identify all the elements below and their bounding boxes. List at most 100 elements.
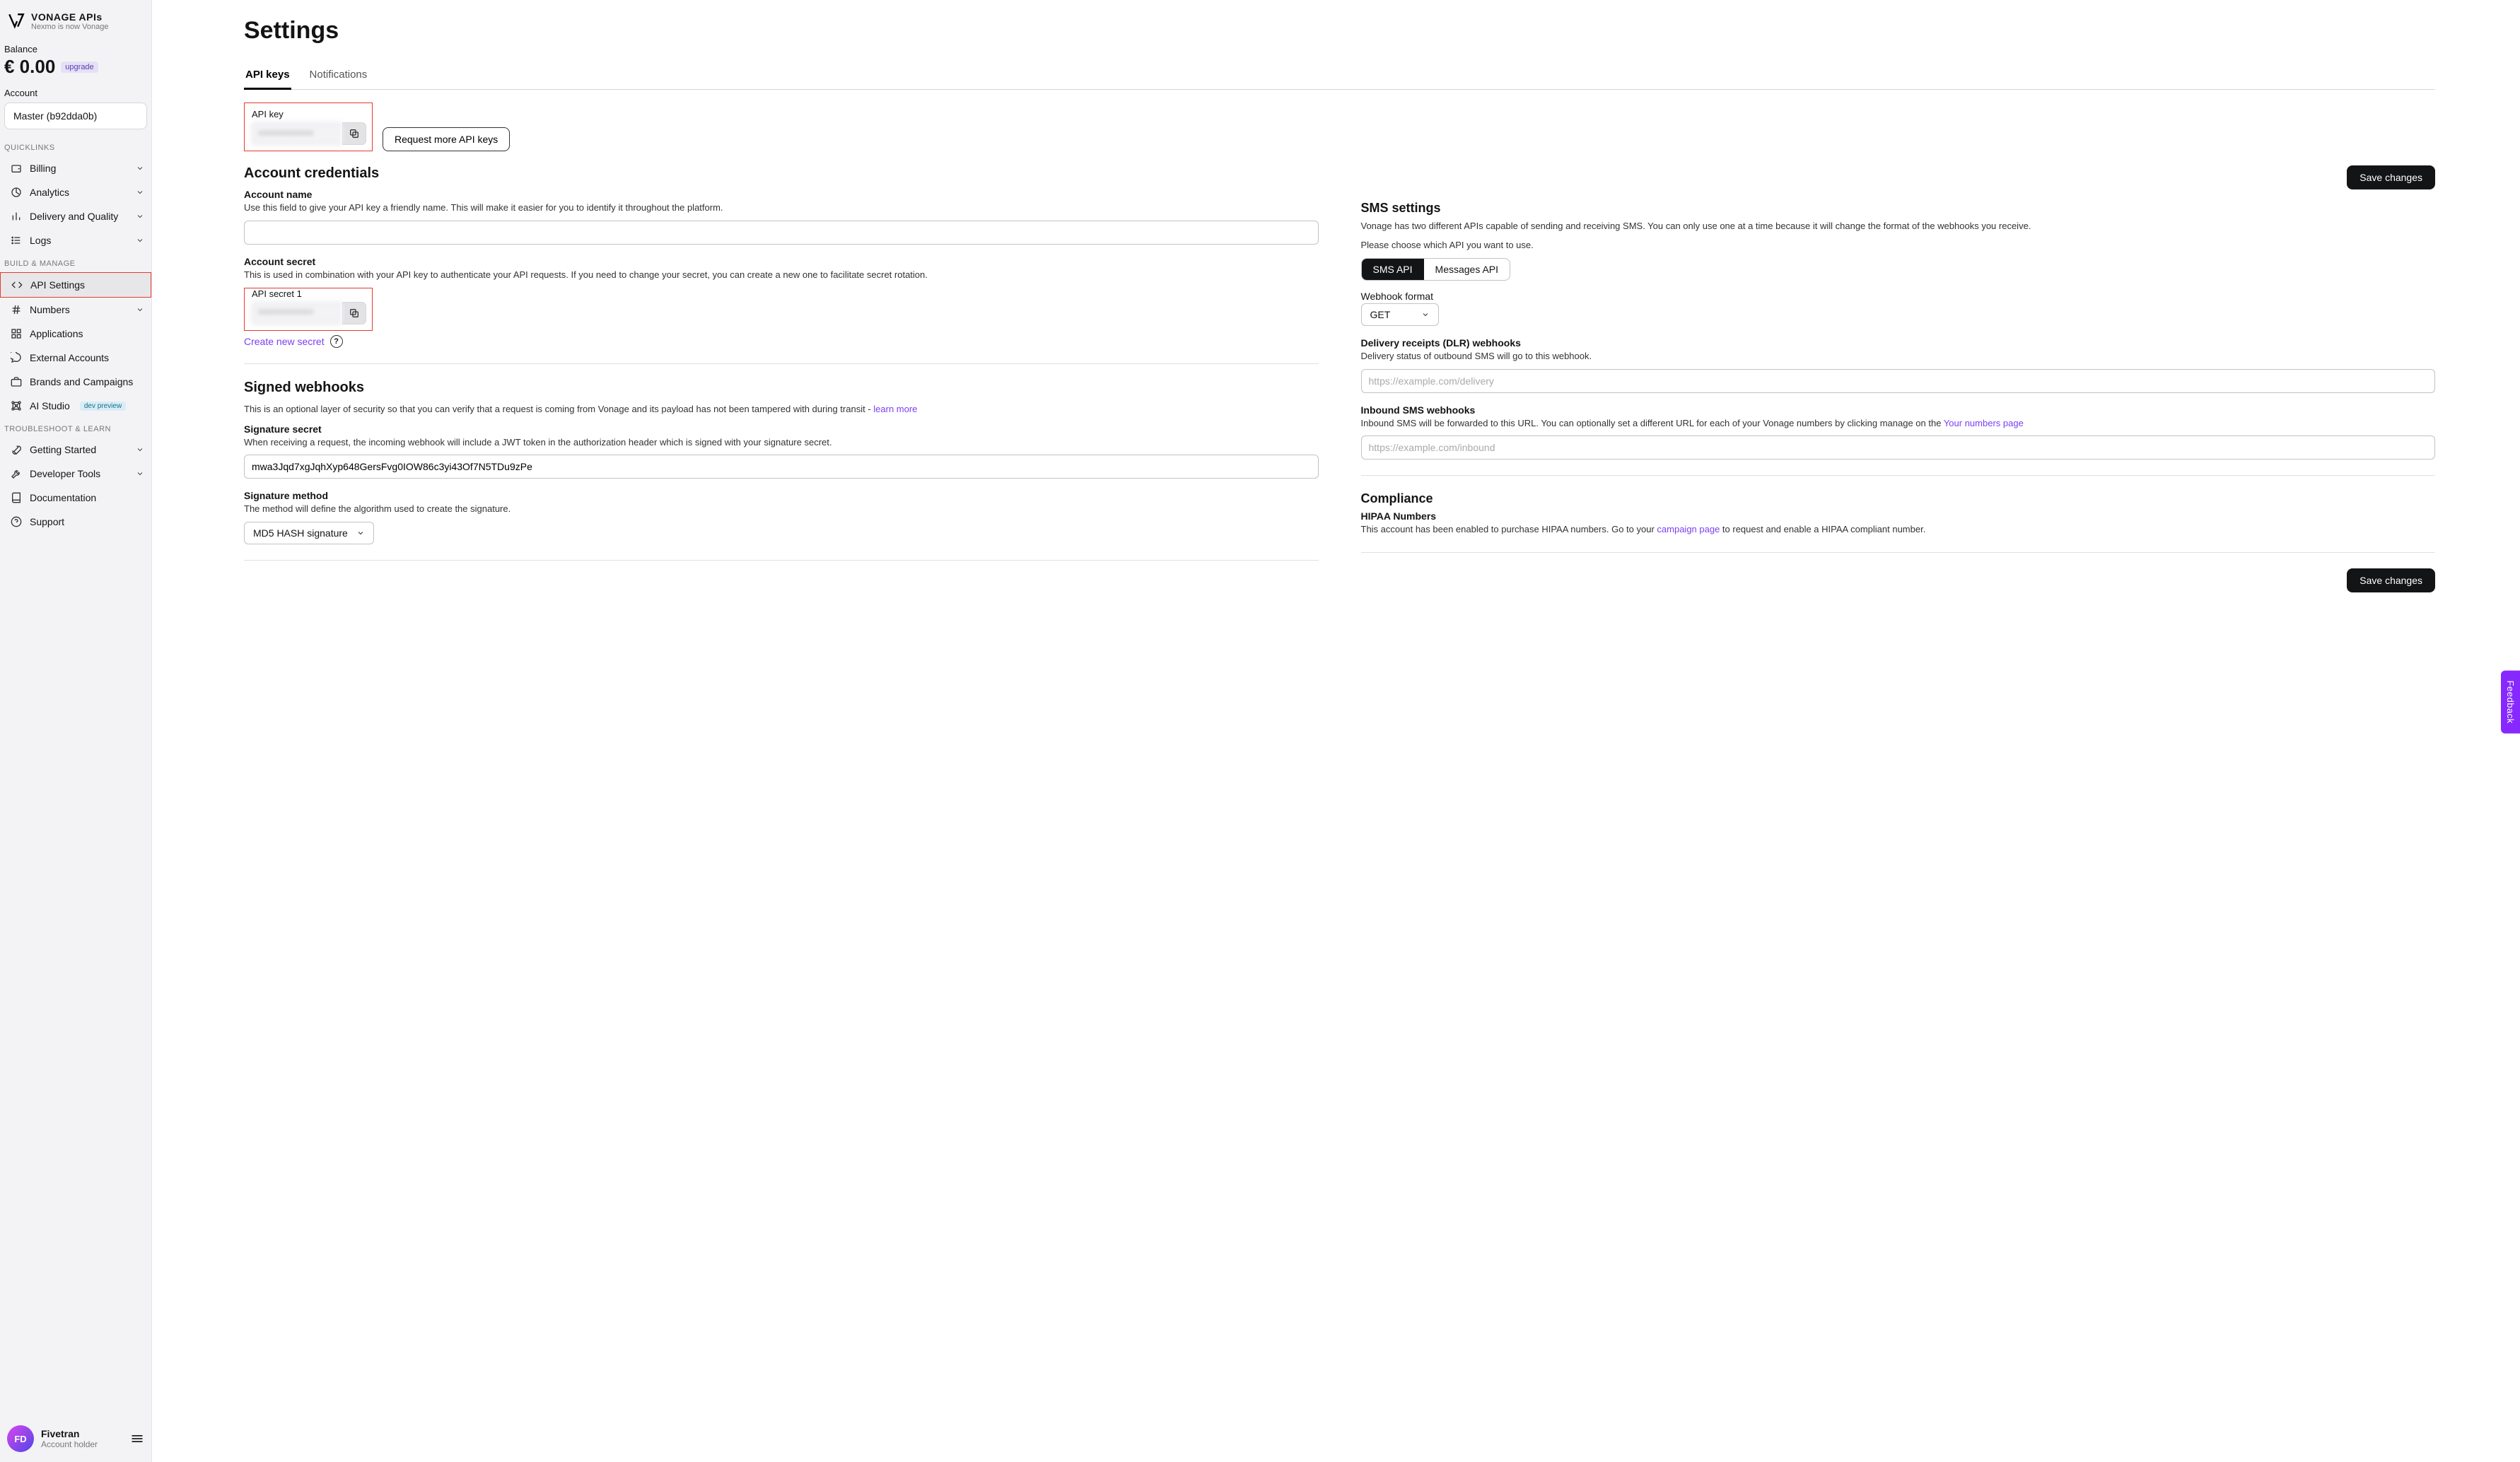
sidebar-item-label: Billing bbox=[30, 163, 56, 174]
sidebar-item-label: Getting Started bbox=[30, 444, 96, 455]
main-content: Settings API keys Notifications API key … bbox=[152, 0, 2520, 1462]
divider bbox=[244, 560, 1319, 561]
sidebar-item-label: Documentation bbox=[30, 492, 96, 503]
hipaa-title: HIPAA Numbers bbox=[1361, 510, 2436, 522]
network-icon bbox=[10, 399, 23, 412]
user-role: Account holder bbox=[41, 1439, 98, 1449]
sidebar-item-analytics[interactable]: Analytics bbox=[0, 180, 151, 204]
chevron-down-icon bbox=[136, 188, 144, 197]
save-changes-button[interactable]: Save changes bbox=[2347, 165, 2435, 189]
dev-preview-badge: dev preview bbox=[80, 402, 126, 411]
sidebar-item-label: AI Studio bbox=[30, 400, 70, 411]
sidebar-item-support[interactable]: Support bbox=[0, 510, 151, 534]
sidebar-item-billing[interactable]: Billing bbox=[0, 156, 151, 180]
sms-settings-title: SMS settings bbox=[1361, 201, 2436, 216]
page-title: Settings bbox=[244, 17, 2435, 45]
sidebar-item-api-settings[interactable]: API Settings bbox=[0, 272, 151, 298]
account-secret-desc: This is used in combination with your AP… bbox=[244, 269, 1319, 282]
troubleshoot-header: TROUBLESHOOT & LEARN bbox=[0, 418, 151, 438]
inbound-webhook-input[interactable] bbox=[1361, 435, 2436, 460]
sidebar-item-applications[interactable]: Applications bbox=[0, 322, 151, 346]
request-more-api-keys-button[interactable]: Request more API keys bbox=[383, 127, 510, 151]
chevron-down-icon bbox=[136, 469, 144, 478]
sidebar-item-documentation[interactable]: Documentation bbox=[0, 486, 151, 510]
dlr-desc: Delivery status of outbound SMS will go … bbox=[1361, 350, 2436, 363]
signature-method-desc: The method will define the algorithm use… bbox=[244, 503, 1319, 516]
code-icon bbox=[11, 279, 23, 291]
copy-button[interactable] bbox=[342, 302, 366, 324]
tab-notifications[interactable]: Notifications bbox=[308, 63, 369, 89]
api-secret-group: API secret 1 bbox=[244, 288, 373, 331]
account-secret-title: Account secret bbox=[244, 256, 1319, 267]
tab-api-keys[interactable]: API keys bbox=[244, 63, 291, 89]
divider bbox=[244, 363, 1319, 364]
inbound-desc: Inbound SMS will be forwarded to this UR… bbox=[1361, 417, 2436, 431]
signature-method-title: Signature method bbox=[244, 490, 1319, 501]
sidebar-item-label: Analytics bbox=[30, 187, 69, 198]
chevron-down-icon bbox=[356, 529, 365, 537]
list-icon bbox=[10, 234, 23, 247]
save-changes-button-bottom[interactable]: Save changes bbox=[2347, 568, 2435, 592]
sidebar-item-label: Support bbox=[30, 516, 64, 527]
sidebar-item-delivery-quality[interactable]: Delivery and Quality bbox=[0, 204, 151, 228]
signature-secret-input[interactable] bbox=[244, 455, 1319, 479]
signature-method-selected: MD5 HASH signature bbox=[253, 527, 348, 539]
account-select[interactable]: Master (b92dda0b) bbox=[4, 103, 147, 129]
sms-desc-2: Please choose which API you want to use. bbox=[1361, 239, 2436, 252]
api-secret-input[interactable] bbox=[252, 302, 342, 324]
balance-amount: € 0.00 bbox=[4, 56, 55, 78]
sidebar-item-label: Delivery and Quality bbox=[30, 211, 118, 222]
chevron-down-icon bbox=[136, 305, 144, 314]
your-numbers-page-link[interactable]: Your numbers page bbox=[1944, 418, 2024, 428]
webhook-format-select[interactable]: GET bbox=[1361, 303, 1439, 326]
signature-method-select[interactable]: MD5 HASH signature bbox=[244, 522, 374, 544]
brand-subtitle: Nexmo is now Vonage bbox=[31, 23, 108, 31]
chevron-down-icon bbox=[136, 236, 144, 245]
sidebar-item-ai-studio[interactable]: AI Studio dev preview bbox=[0, 394, 151, 418]
sms-api-toggle: SMS API Messages API bbox=[1361, 258, 1511, 281]
brand-title: VONAGE APIs bbox=[31, 11, 108, 23]
sidebar-item-getting-started[interactable]: Getting Started bbox=[0, 438, 151, 462]
webhook-format-title: Webhook format bbox=[1361, 291, 2436, 302]
account-name-input[interactable] bbox=[244, 221, 1319, 245]
learn-more-link[interactable]: learn more bbox=[873, 404, 917, 414]
sidebar-item-external-accounts[interactable]: External Accounts bbox=[0, 346, 151, 370]
sidebar-item-developer-tools[interactable]: Developer Tools bbox=[0, 462, 151, 486]
quicklinks-header: QUICKLINKS bbox=[0, 136, 151, 156]
sidebar-item-logs[interactable]: Logs bbox=[0, 228, 151, 252]
sidebar-item-brands-campaigns[interactable]: Brands and Campaigns bbox=[0, 370, 151, 394]
copy-button[interactable] bbox=[342, 122, 366, 145]
campaign-page-link[interactable]: campaign page bbox=[1657, 524, 1720, 534]
feedback-tab[interactable]: Feedback bbox=[2501, 670, 2520, 733]
create-new-secret-link[interactable]: Create new secret bbox=[244, 336, 325, 347]
menu-icon[interactable] bbox=[130, 1432, 144, 1446]
api-key-label: API key bbox=[252, 109, 366, 119]
upgrade-link[interactable]: upgrade bbox=[61, 62, 98, 73]
help-icon[interactable]: ? bbox=[330, 335, 343, 348]
wrench-icon bbox=[10, 467, 23, 480]
sidebar-item-numbers[interactable]: Numbers bbox=[0, 298, 151, 322]
dlr-webhook-input[interactable] bbox=[1361, 369, 2436, 393]
analytics-icon bbox=[10, 186, 23, 199]
signed-webhooks-title: Signed webhooks bbox=[244, 380, 1319, 396]
account-credentials-title: Account credentials bbox=[244, 165, 1319, 182]
account-name-desc: Use this field to give your API key a fr… bbox=[244, 201, 1319, 215]
chevron-down-icon bbox=[136, 445, 144, 454]
wallet-icon bbox=[10, 162, 23, 175]
sidebar-item-label: Brands and Campaigns bbox=[30, 376, 133, 387]
hipaa-desc: This account has been enabled to purchas… bbox=[1361, 523, 2436, 537]
sidebar-footer: FD Fivetran Account holder bbox=[0, 1415, 151, 1462]
book-icon bbox=[10, 491, 23, 504]
sidebar-item-label: API Settings bbox=[30, 279, 85, 291]
messages-api-option[interactable]: Messages API bbox=[1424, 259, 1510, 280]
chevron-down-icon bbox=[136, 212, 144, 221]
help-icon bbox=[10, 515, 23, 528]
rocket-icon bbox=[10, 443, 23, 456]
avatar[interactable]: FD bbox=[7, 1425, 34, 1452]
balance-block: Balance € 0.00 upgrade bbox=[0, 37, 151, 82]
build-header: BUILD & MANAGE bbox=[0, 252, 151, 272]
api-key-input[interactable] bbox=[252, 122, 342, 145]
sidebar-item-label: External Accounts bbox=[30, 352, 109, 363]
sms-api-option[interactable]: SMS API bbox=[1362, 259, 1424, 280]
account-selected: Master (b92dda0b) bbox=[13, 110, 97, 122]
